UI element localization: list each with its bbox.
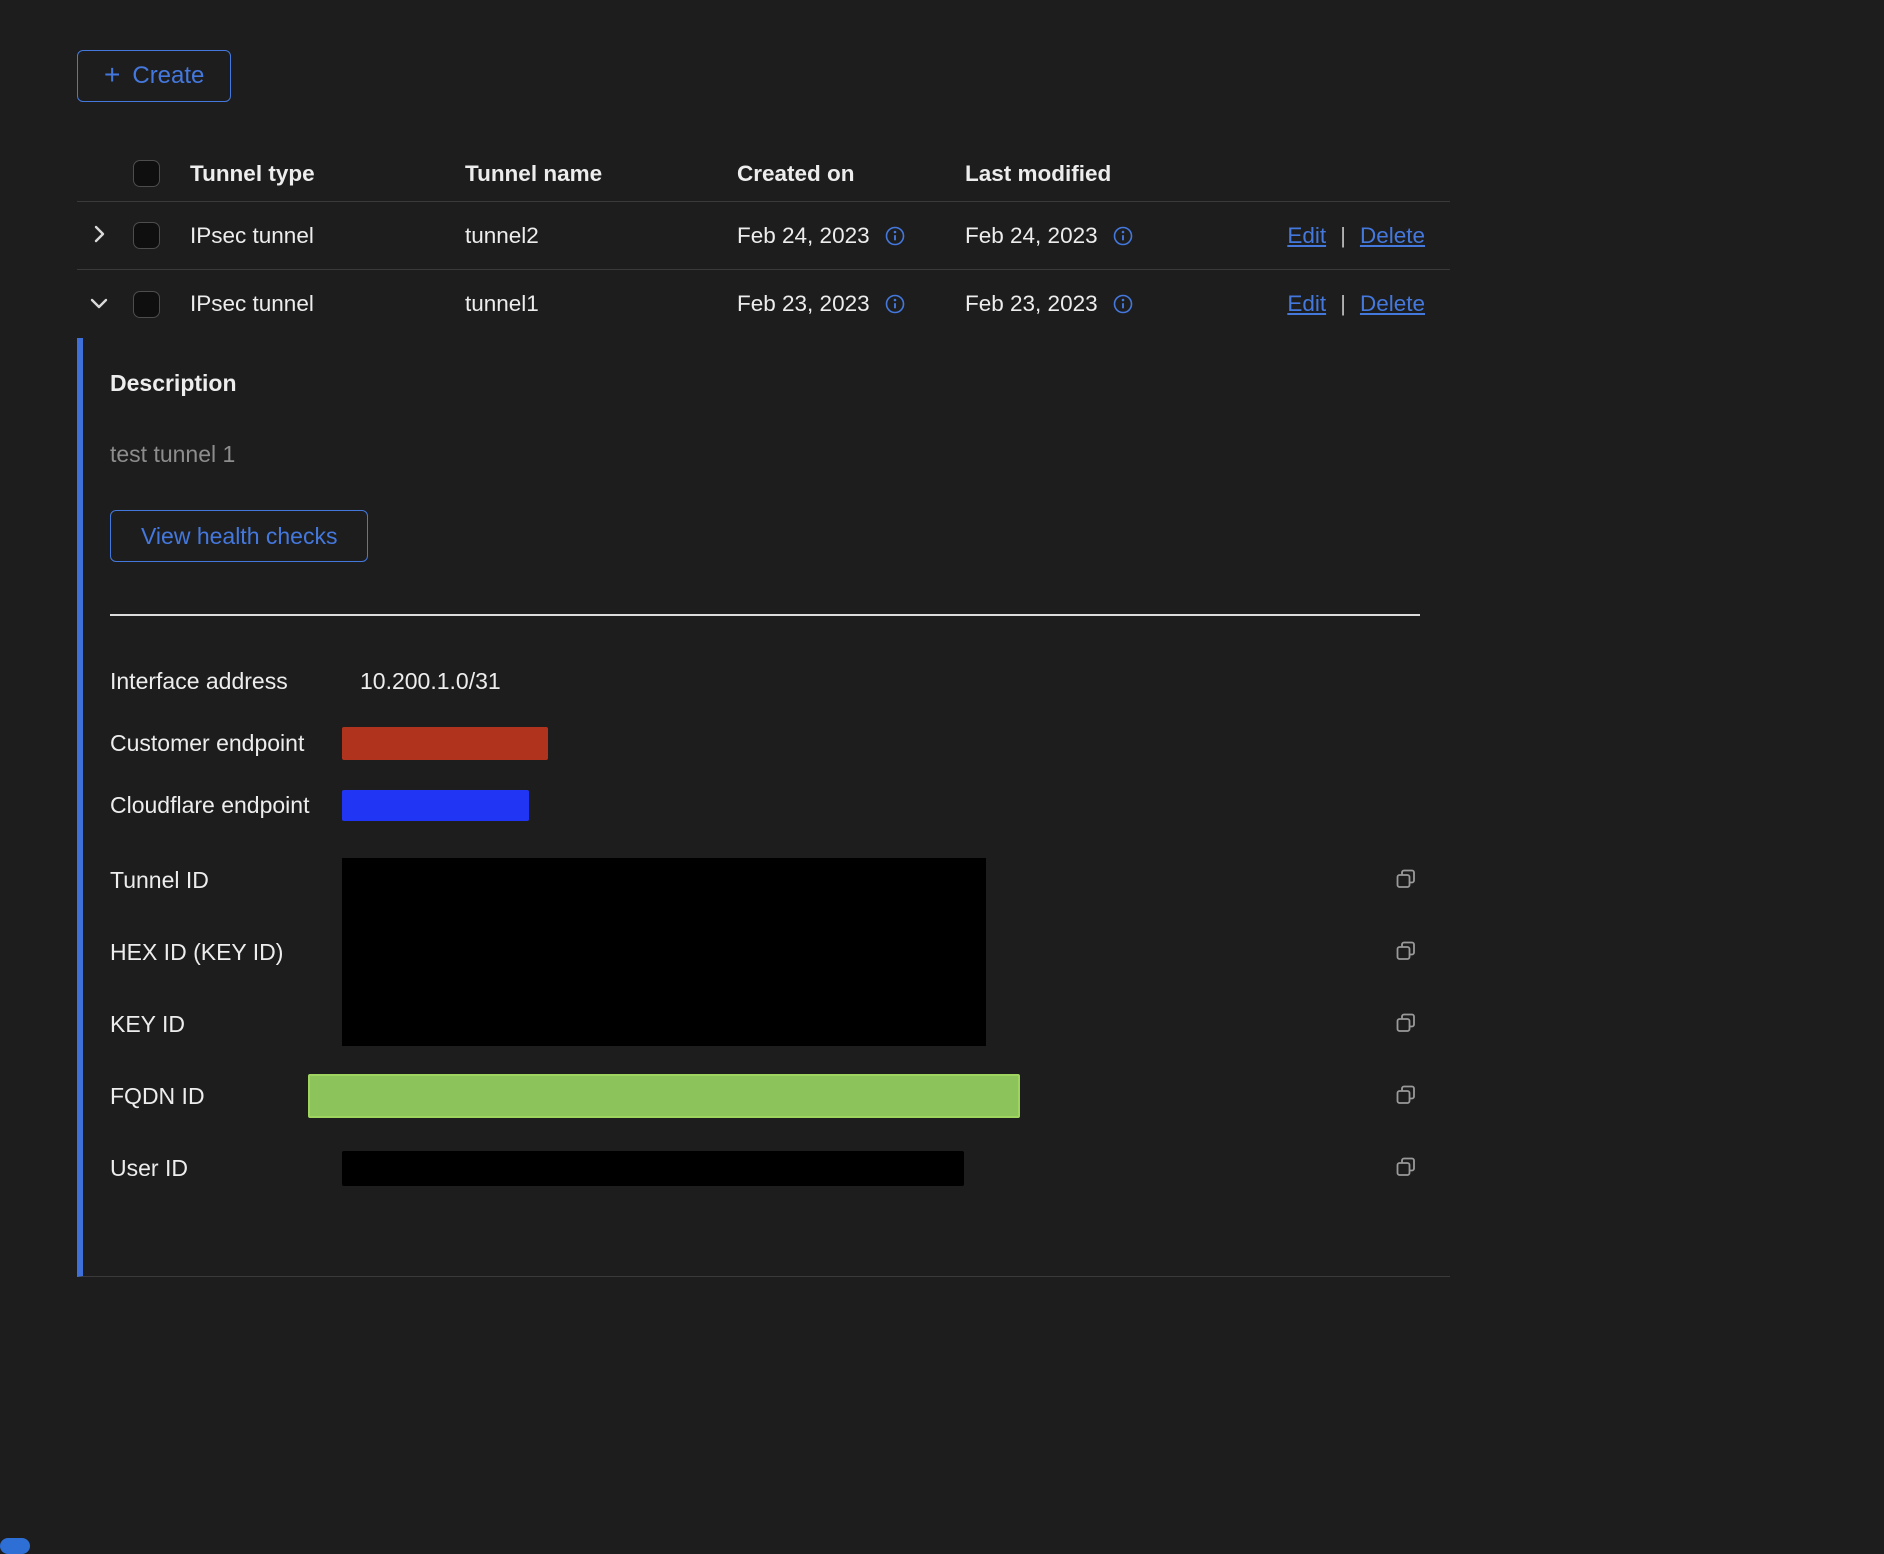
interface-address-label: Interface address: [110, 668, 342, 695]
copy-icon: [1394, 939, 1418, 966]
info-icon[interactable]: [884, 225, 906, 247]
header-created-on: Created on: [737, 161, 965, 187]
edit-link[interactable]: Edit: [1287, 223, 1326, 249]
panel-divider: [110, 614, 1420, 616]
customer-endpoint-redacted-value: [342, 727, 548, 760]
user-id-label: User ID: [110, 1155, 342, 1182]
tunnels-page: + Create Tunnel type Tunnel name Created…: [0, 0, 1884, 1277]
chevron-down-icon: [87, 291, 111, 318]
create-button[interactable]: + Create: [77, 50, 231, 102]
header-tunnel-name: Tunnel name: [465, 161, 737, 187]
create-button-label: Create: [132, 62, 204, 90]
copy-icon: [1394, 867, 1418, 894]
bottom-blue-strip: [0, 1538, 30, 1554]
field-row: User ID: [110, 1132, 1420, 1204]
tunnel-type-cell: IPsec tunnel: [190, 291, 465, 317]
tunnel-name-cell: tunnel1: [465, 291, 737, 317]
tunnels-table: Tunnel type Tunnel name Created on Last …: [77, 146, 1450, 338]
description-value: test tunnel 1: [110, 441, 1420, 468]
view-health-checks-button[interactable]: View health checks: [110, 510, 368, 562]
field-row: FQDN ID: [110, 1060, 1420, 1132]
chevron-right-icon: [87, 222, 111, 249]
description-label: Description: [110, 370, 1420, 397]
last-modified-cell: Feb 24, 2023: [965, 223, 1098, 249]
interface-address-value: 10.200.1.0/31: [342, 668, 1376, 695]
field-row: Cloudflare endpoint: [110, 774, 1420, 836]
table-row: IPsec tunnel tunnel1 Feb 23, 2023 Feb 23…: [77, 270, 1450, 338]
table-header-row: Tunnel type Tunnel name Created on Last …: [77, 146, 1450, 202]
copy-tunnel-id-button[interactable]: [1392, 865, 1420, 896]
info-icon[interactable]: [1112, 293, 1134, 315]
header-last-modified: Last modified: [965, 161, 1255, 187]
header-tunnel-type: Tunnel type: [190, 161, 465, 187]
info-icon[interactable]: [1112, 225, 1134, 247]
table-row: IPsec tunnel tunnel2 Feb 24, 2023 Feb 24…: [77, 202, 1450, 270]
ids-redacted-value: [342, 858, 986, 1046]
expand-row-button[interactable]: [83, 218, 115, 253]
actions-separator: |: [1340, 223, 1346, 249]
plus-icon: +: [104, 61, 120, 89]
created-on-cell: Feb 24, 2023: [737, 223, 870, 249]
tunnel-id-label: Tunnel ID: [110, 867, 342, 894]
cloudflare-endpoint-label: Cloudflare endpoint: [110, 792, 342, 819]
tunnel-detail-panel: Description test tunnel 1 View health ch…: [77, 338, 1450, 1277]
user-id-redacted-value: [342, 1151, 964, 1186]
select-all-checkbox[interactable]: [133, 160, 160, 187]
copy-user-id-button[interactable]: [1392, 1153, 1420, 1184]
delete-link[interactable]: Delete: [1360, 291, 1425, 317]
edit-link[interactable]: Edit: [1287, 291, 1326, 317]
copy-hex-id-button[interactable]: [1392, 937, 1420, 968]
collapse-row-button[interactable]: [83, 287, 115, 322]
actions-separator: |: [1340, 291, 1346, 317]
tunnel-ids-group: Tunnel ID HEX ID (KEY ID) KEY ID: [110, 844, 1420, 1060]
hex-id-label: HEX ID (KEY ID): [110, 939, 342, 966]
copy-icon: [1394, 1155, 1418, 1182]
copy-icon: [1394, 1083, 1418, 1110]
info-icon[interactable]: [884, 293, 906, 315]
tunnel-type-cell: IPsec tunnel: [190, 223, 465, 249]
tunnel-fields: Interface address 10.200.1.0/31 Customer…: [110, 650, 1420, 1204]
copy-fqdn-id-button[interactable]: [1392, 1081, 1420, 1112]
created-on-cell: Feb 23, 2023: [737, 291, 870, 317]
tunnel-name-cell: tunnel2: [465, 223, 737, 249]
field-row: Customer endpoint: [110, 712, 1420, 774]
row-checkbox[interactable]: [133, 291, 160, 318]
delete-link[interactable]: Delete: [1360, 223, 1425, 249]
last-modified-cell: Feb 23, 2023: [965, 291, 1098, 317]
row-checkbox[interactable]: [133, 222, 160, 249]
fqdn-id-redacted-value: [308, 1074, 1020, 1118]
copy-icon: [1394, 1011, 1418, 1038]
customer-endpoint-label: Customer endpoint: [110, 730, 342, 757]
key-id-label: KEY ID: [110, 1011, 342, 1038]
copy-key-id-button[interactable]: [1392, 1009, 1420, 1040]
cloudflare-endpoint-redacted-value: [342, 790, 529, 821]
field-row: Interface address 10.200.1.0/31: [110, 650, 1420, 712]
